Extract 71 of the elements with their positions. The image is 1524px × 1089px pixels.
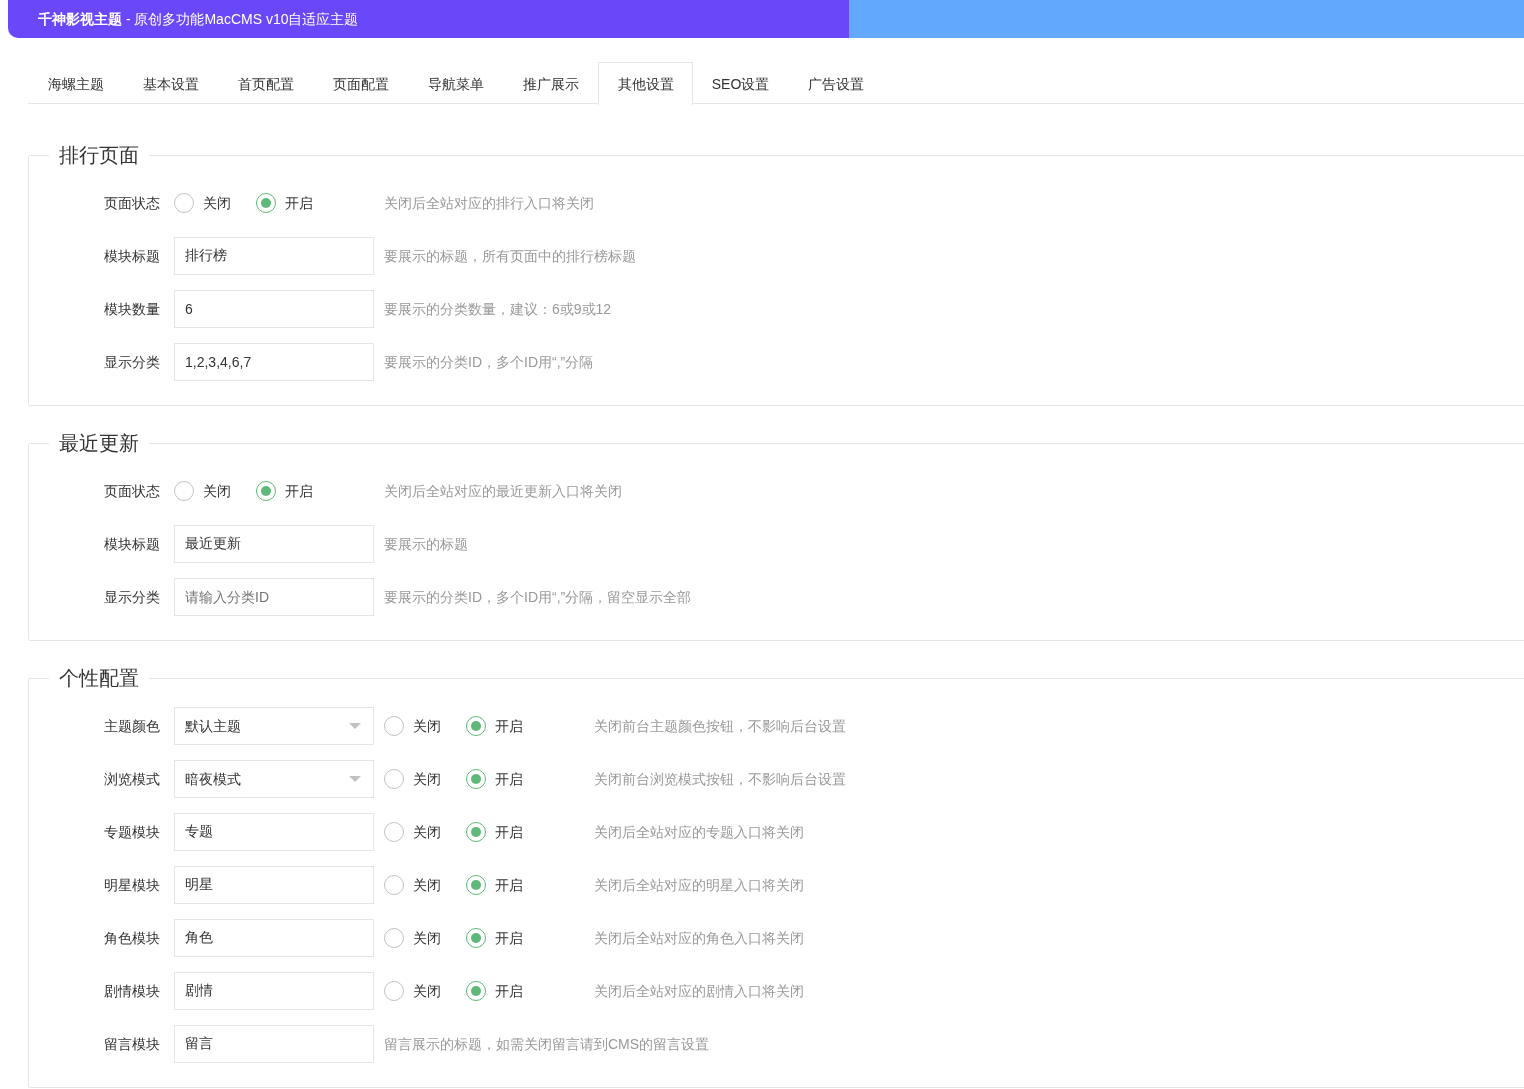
radio-option[interactable]: 关闭 bbox=[384, 821, 466, 843]
radio-option[interactable]: 关闭 bbox=[174, 480, 256, 502]
hint-text: 要展示的标题 bbox=[384, 534, 468, 554]
section-title: 排行页面 bbox=[58, 143, 140, 168]
input-field[interactable]: 角色 bbox=[174, 919, 374, 957]
header-title: 千神影视主题 - 原创多功能MacCMS v10自适应主题 bbox=[38, 9, 359, 29]
select-field[interactable]: 默认主题 bbox=[174, 707, 374, 745]
radio-option[interactable]: 关闭 bbox=[384, 768, 466, 790]
tab[interactable]: 海螺主题 bbox=[28, 62, 123, 105]
hint-text: 关闭后全站对应的专题入口将关闭 bbox=[594, 822, 804, 842]
field-label: 角色模块 bbox=[103, 928, 160, 948]
field-label: 留言模块 bbox=[103, 1034, 160, 1054]
caret-icon bbox=[349, 723, 361, 729]
hint-text: 关闭后全站对应的明星入口将关闭 bbox=[594, 875, 804, 895]
field-label: 页面状态 bbox=[103, 481, 160, 501]
radio-option[interactable]: 关闭 bbox=[384, 715, 466, 737]
input-field[interactable]: 1,2,3,4,6,7 bbox=[174, 343, 374, 381]
radio-option[interactable]: 开启 bbox=[466, 821, 548, 843]
hint-text: 要展示的分类数量，建议：6或9或12 bbox=[384, 299, 612, 319]
field-label: 主题颜色 bbox=[103, 716, 160, 736]
field-label: 显示分类 bbox=[103, 587, 160, 607]
radio-option[interactable]: 开启 bbox=[466, 715, 548, 737]
field-label: 模块标题 bbox=[103, 246, 160, 266]
hint-text: 关闭后全站对应的排行入口将关闭 bbox=[384, 193, 594, 213]
hint-text: 要展示的分类ID，多个ID用“,”分隔，留空显示全部 bbox=[384, 587, 692, 607]
tab[interactable]: SEO设置 bbox=[693, 62, 788, 105]
hint-text: 要展示的标题，所有页面中的排行榜标题 bbox=[384, 246, 636, 266]
section-title: 最近更新 bbox=[58, 431, 140, 456]
radio-option[interactable]: 开启 bbox=[466, 768, 548, 790]
input-field[interactable]: 留言 bbox=[174, 1025, 374, 1063]
tab[interactable]: 首页配置 bbox=[218, 62, 313, 105]
input-field[interactable]: 明星 bbox=[174, 866, 374, 904]
input-field[interactable]: 剧情 bbox=[174, 972, 374, 1010]
field-label: 页面状态 bbox=[103, 193, 160, 213]
hint-text: 要展示的分类ID，多个ID用“,”分隔 bbox=[384, 352, 594, 372]
field-label: 浏览模式 bbox=[103, 769, 160, 789]
field-label: 模块数量 bbox=[103, 299, 160, 319]
tab[interactable]: 页面配置 bbox=[313, 62, 408, 105]
field-label: 模块标题 bbox=[103, 534, 160, 554]
select-field[interactable]: 暗夜模式 bbox=[174, 760, 374, 798]
radio-option[interactable]: 开启 bbox=[466, 980, 548, 1002]
tab[interactable]: 导航菜单 bbox=[408, 62, 503, 105]
section-title: 个性配置 bbox=[58, 666, 140, 691]
radio-option[interactable]: 开启 bbox=[466, 927, 548, 949]
hint-text: 关闭后全站对应的角色入口将关闭 bbox=[594, 928, 804, 948]
tab[interactable]: 推广展示 bbox=[503, 62, 598, 105]
radio-option[interactable]: 关闭 bbox=[384, 927, 466, 949]
tab[interactable]: 基本设置 bbox=[123, 62, 218, 105]
hint-text: 留言展示的标题，如需关闭留言请到CMS的留言设置 bbox=[384, 1034, 710, 1054]
tab[interactable]: 广告设置 bbox=[788, 62, 883, 105]
radio-option[interactable]: 关闭 bbox=[384, 980, 466, 1002]
input-field[interactable]: 排行榜 bbox=[174, 237, 374, 275]
hint-text: 关闭后全站对应的最近更新入口将关闭 bbox=[384, 481, 622, 501]
hint-text: 关闭前台浏览模式按钮，不影响后台设置 bbox=[594, 769, 846, 789]
hint-text: 关闭前台主题颜色按钮，不影响后台设置 bbox=[594, 716, 846, 736]
input-field[interactable]: 专题 bbox=[174, 813, 374, 851]
field-label: 剧情模块 bbox=[103, 981, 160, 1001]
field-label: 专题模块 bbox=[103, 822, 160, 842]
input-field[interactable]: 请输入分类ID bbox=[174, 578, 374, 616]
radio-option[interactable]: 开启 bbox=[466, 874, 548, 896]
tab[interactable]: 其他设置 bbox=[598, 62, 693, 105]
input-field[interactable]: 6 bbox=[174, 290, 374, 328]
input-field[interactable]: 最近更新 bbox=[174, 525, 374, 563]
radio-option[interactable]: 关闭 bbox=[174, 192, 256, 214]
hint-text: 关闭后全站对应的剧情入口将关闭 bbox=[594, 981, 804, 1001]
radio-option[interactable]: 开启 bbox=[256, 192, 338, 214]
field-label: 显示分类 bbox=[103, 352, 160, 372]
radio-option[interactable]: 开启 bbox=[256, 480, 338, 502]
caret-icon bbox=[349, 776, 361, 782]
radio-option[interactable]: 关闭 bbox=[384, 874, 466, 896]
field-label: 明星模块 bbox=[103, 875, 160, 895]
